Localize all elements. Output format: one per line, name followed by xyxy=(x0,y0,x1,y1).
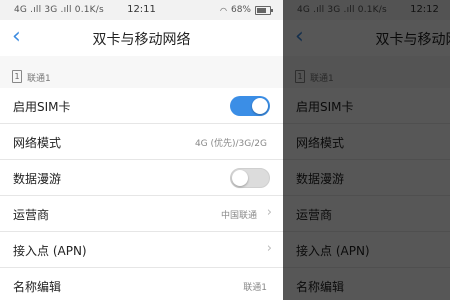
toggle-knob xyxy=(232,170,248,186)
wifi-icon: ◠ xyxy=(220,5,227,15)
page-title: 双卡与移动网络 xyxy=(92,32,191,48)
row-name-edit[interactable]: 名称编辑 xyxy=(283,268,450,300)
toggle-knob xyxy=(252,98,268,114)
row-label: 数据漫游 xyxy=(13,172,62,186)
row-label: 网络模式 xyxy=(296,136,345,150)
battery-icon xyxy=(255,5,273,15)
chevron-right-icon: › xyxy=(266,205,272,220)
section-label: 联通1 xyxy=(27,74,51,84)
row-label: 启用SIM卡 xyxy=(296,100,354,114)
sim1-section-header: 1 联通1 xyxy=(283,63,450,85)
sim1-section-header: 1 联通1 xyxy=(0,63,283,85)
row-network-mode[interactable]: 网络模式 4G (优先)/3G/2G xyxy=(0,124,283,160)
sim-card-icon: 1 xyxy=(295,70,305,83)
sim-card-icon: 1 xyxy=(12,70,22,83)
row-label: 数据漫游 xyxy=(296,172,345,186)
section-label: 联通1 xyxy=(310,74,334,84)
clock: 12:12 xyxy=(410,4,439,15)
status-bar: 4G .ıll 3G .ıll 0.1K/s 12:12 xyxy=(283,0,450,20)
chevron-right-icon: › xyxy=(266,241,272,256)
row-label: 接入点 (APN) xyxy=(13,244,87,258)
nav-bar: ‹ 双卡与移动网络 xyxy=(0,20,283,56)
row-carrier[interactable]: 运营商 中国联通 › xyxy=(0,196,283,232)
row-data-roaming[interactable]: 数据漫游 xyxy=(283,160,450,196)
network-mode-value: 4G (优先)/3G/2G xyxy=(194,139,267,149)
screen-left: 4G .ıll 3G .ıll 0.1K/s 12:11 ◠ 68% ‹ 双卡与… xyxy=(0,0,283,300)
status-bar: 4G .ıll 3G .ıll 0.1K/s 12:11 ◠ 68% xyxy=(0,0,283,20)
row-enable-sim[interactable]: 启用SIM卡 xyxy=(0,88,283,124)
row-data-roaming[interactable]: 数据漫游 xyxy=(0,160,283,196)
enable-sim-toggle[interactable] xyxy=(230,96,270,116)
row-label: 启用SIM卡 xyxy=(13,100,71,114)
screen-right-content: 4G .ıll 3G .ıll 0.1K/s 12:12 ‹ 双卡与移动网络 1… xyxy=(283,0,450,300)
carrier-value: 中国联通 xyxy=(220,211,257,221)
row-apn[interactable]: 接入点 (APN) xyxy=(283,232,450,268)
status-right: ◠ 68% xyxy=(220,5,273,15)
row-label: 接入点 (APN) xyxy=(296,244,370,258)
row-network-mode[interactable]: 网络模式 xyxy=(283,124,450,160)
battery-percent: 68% xyxy=(230,5,251,15)
page-title: 双卡与移动网络 xyxy=(375,32,450,48)
nav-bar: ‹ 双卡与移动网络 xyxy=(283,20,450,56)
row-label: 运营商 xyxy=(296,208,333,222)
row-enable-sim[interactable]: 启用SIM卡 xyxy=(283,88,450,124)
row-name-edit[interactable]: 名称编辑 联通1 xyxy=(0,268,283,300)
row-label: 运营商 xyxy=(13,208,50,222)
row-label: 网络模式 xyxy=(13,136,62,150)
row-label: 名称编辑 xyxy=(13,280,62,294)
row-carrier[interactable]: 运营商 xyxy=(283,196,450,232)
name-value: 联通1 xyxy=(243,283,267,293)
row-apn[interactable]: 接入点 (APN) › xyxy=(0,232,283,268)
screen-right-dimmed: 4G .ıll 3G .ıll 0.1K/s 12:12 ‹ 双卡与移动网络 1… xyxy=(283,0,450,300)
data-roaming-toggle[interactable] xyxy=(230,168,270,188)
row-label: 名称编辑 xyxy=(296,280,345,294)
